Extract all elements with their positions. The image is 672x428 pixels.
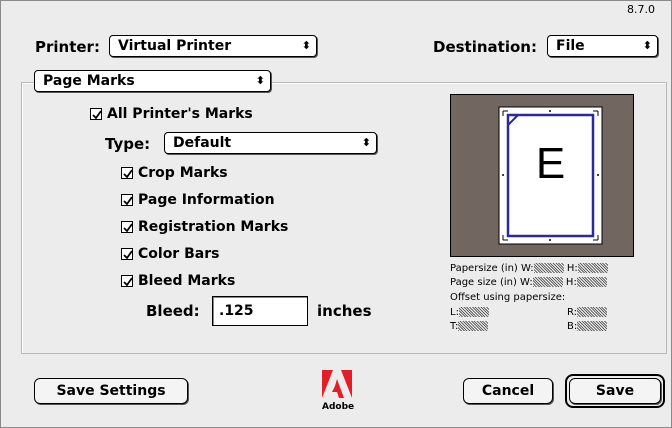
page-preview: E bbox=[450, 94, 634, 257]
obscured-value bbox=[577, 321, 608, 331]
bleed-label: Bleed: bbox=[146, 302, 200, 320]
obscured-value bbox=[458, 321, 489, 331]
offset-right-label: R: bbox=[567, 307, 578, 318]
offset-left-label: L: bbox=[450, 307, 459, 318]
registration-marks-label: Registration Marks bbox=[138, 219, 289, 235]
offset-info-label: Offset using papersize: bbox=[450, 292, 566, 303]
destination-popup[interactable]: File ⬍ bbox=[547, 35, 658, 57]
destination-popup-value: File bbox=[556, 38, 585, 54]
bleed-unit-label: inches bbox=[317, 302, 372, 320]
bleed-marks-checkbox[interactable]: Bleed Marks bbox=[121, 273, 235, 289]
adobe-logo: Adobe bbox=[322, 370, 355, 412]
bleed-input[interactable]: .125 bbox=[212, 296, 308, 326]
obscured-value bbox=[533, 263, 564, 273]
preview-letter: E bbox=[535, 139, 566, 188]
offset-bottom-label: B: bbox=[567, 321, 578, 332]
obscured-value bbox=[532, 277, 563, 287]
printer-popup-value: Virtual Printer bbox=[118, 38, 232, 54]
checkbox-checked-icon bbox=[90, 108, 102, 120]
offset-left: L: bbox=[450, 307, 489, 319]
printer-popup[interactable]: Virtual Printer ⬍ bbox=[109, 35, 317, 57]
offset-bottom: B: bbox=[567, 321, 608, 333]
checkbox-checked-icon bbox=[121, 221, 133, 233]
crop-marks-label: Crop Marks bbox=[138, 165, 228, 181]
save-settings-button[interactable]: Save Settings bbox=[34, 378, 188, 404]
type-popup[interactable]: Default ⬍ bbox=[164, 132, 377, 154]
checkbox-checked-icon bbox=[121, 194, 133, 206]
obscured-value bbox=[458, 307, 489, 317]
adobe-logo-icon bbox=[322, 370, 352, 398]
papersize-label: Papersize (in) W: bbox=[450, 263, 534, 274]
popup-arrows-icon: ⬍ bbox=[361, 136, 371, 149]
obscured-value bbox=[576, 277, 607, 287]
checkbox-checked-icon bbox=[121, 275, 133, 287]
obscured-value bbox=[577, 307, 608, 317]
offset-right: R: bbox=[567, 307, 608, 319]
offset-top-label: T: bbox=[450, 321, 459, 332]
pagesize-height-label: H: bbox=[565, 277, 577, 288]
popup-arrows-icon: ⬍ bbox=[255, 74, 265, 87]
bleed-marks-label: Bleed Marks bbox=[138, 273, 236, 289]
destination-label: Destination: bbox=[433, 38, 537, 56]
type-popup-value: Default bbox=[173, 135, 232, 151]
version-label: 8.7.0 bbox=[627, 3, 655, 16]
papersize-info: Papersize (in) W: H: bbox=[450, 263, 608, 275]
checkbox-checked-icon bbox=[121, 248, 133, 260]
registration-marks-checkbox[interactable]: Registration Marks bbox=[121, 219, 288, 235]
crop-marks-checkbox[interactable]: Crop Marks bbox=[121, 165, 228, 181]
offset-top: T: bbox=[450, 321, 489, 333]
page-information-checkbox[interactable]: Page Information bbox=[121, 192, 275, 208]
popup-arrows-icon: ⬍ bbox=[642, 39, 652, 52]
all-printers-marks-checkbox[interactable]: All Printer's Marks bbox=[90, 106, 253, 122]
color-bars-label: Color Bars bbox=[138, 246, 220, 262]
checkbox-checked-icon bbox=[121, 167, 133, 179]
color-bars-checkbox[interactable]: Color Bars bbox=[121, 246, 219, 262]
save-button[interactable]: Save bbox=[569, 378, 661, 404]
cancel-button[interactable]: Cancel bbox=[463, 378, 553, 404]
type-label: Type: bbox=[105, 135, 151, 153]
popup-arrows-icon: ⬍ bbox=[301, 39, 311, 52]
section-popup[interactable]: Page Marks ⬍ bbox=[34, 70, 271, 92]
obscured-value bbox=[577, 263, 608, 273]
page-information-label: Page Information bbox=[138, 192, 275, 208]
all-printers-marks-label: All Printer's Marks bbox=[107, 106, 253, 122]
papersize-height-label: H: bbox=[566, 263, 578, 274]
adobe-logo-text: Adobe bbox=[322, 402, 355, 412]
pagesize-label: Page size (in) W: bbox=[450, 277, 533, 288]
print-dialog: 8.7.0 Printer: Virtual Printer ⬍ Destina… bbox=[0, 0, 672, 428]
section-popup-value: Page Marks bbox=[43, 73, 135, 89]
pagesize-info: Page size (in) W: H: bbox=[450, 277, 607, 289]
printer-label: Printer: bbox=[35, 38, 100, 56]
